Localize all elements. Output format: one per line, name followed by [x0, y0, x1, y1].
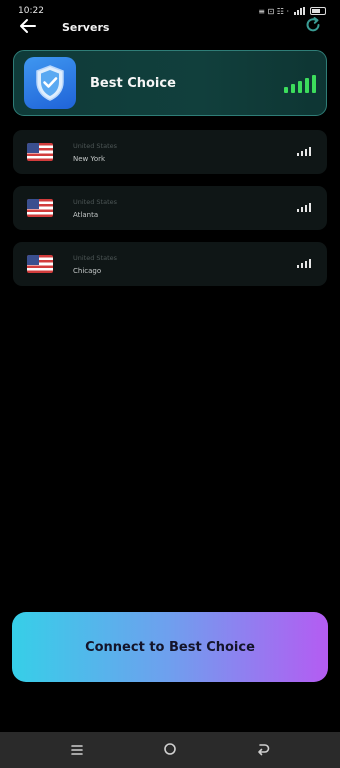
refresh-button[interactable] — [300, 14, 326, 40]
best-choice-label: Best Choice — [90, 75, 176, 91]
server-city: Chicago — [73, 266, 102, 275]
servers-screen: 10:22 ≡ ⊡ ☷ · Servers Best Choice United… — [0, 0, 340, 768]
home-button[interactable] — [150, 735, 190, 765]
signal-strength-icon — [296, 203, 311, 212]
home-icon — [163, 741, 177, 760]
best-choice-card[interactable]: Best Choice — [13, 50, 327, 116]
system-nav-bar — [0, 732, 340, 768]
server-country: United States — [73, 197, 118, 206]
us-flag-icon — [27, 255, 53, 273]
system-back-button[interactable] — [243, 735, 283, 765]
page-title: Servers — [62, 20, 110, 34]
us-flag-icon — [27, 143, 53, 161]
server-item-chicago[interactable]: United States Chicago — [13, 242, 327, 286]
menu-icon — [70, 741, 84, 760]
signal-strength-icon — [296, 147, 311, 156]
refresh-icon — [304, 16, 322, 38]
server-country: United States — [73, 141, 118, 150]
server-text: United States Chicago — [73, 254, 117, 275]
server-country: United States — [73, 253, 118, 262]
signal-strength-icon — [284, 75, 316, 93]
server-text: United States New York — [73, 142, 117, 163]
shield-check-icon — [24, 57, 76, 109]
server-item-new-york[interactable]: United States New York — [13, 130, 327, 174]
back-icon — [256, 741, 270, 760]
connect-button[interactable]: Connect to Best Choice — [12, 612, 328, 682]
connect-button-label: Connect to Best Choice — [85, 639, 255, 655]
recents-button[interactable] — [57, 735, 97, 765]
back-arrow-icon — [19, 15, 37, 39]
us-flag-icon — [27, 199, 53, 217]
server-city: New York — [73, 154, 106, 163]
server-city: Atlanta — [73, 210, 99, 219]
header: Servers — [0, 14, 340, 40]
server-text: United States Atlanta — [73, 198, 117, 219]
signal-strength-icon — [296, 259, 311, 268]
back-button[interactable] — [14, 14, 42, 40]
server-item-atlanta[interactable]: United States Atlanta — [13, 186, 327, 230]
